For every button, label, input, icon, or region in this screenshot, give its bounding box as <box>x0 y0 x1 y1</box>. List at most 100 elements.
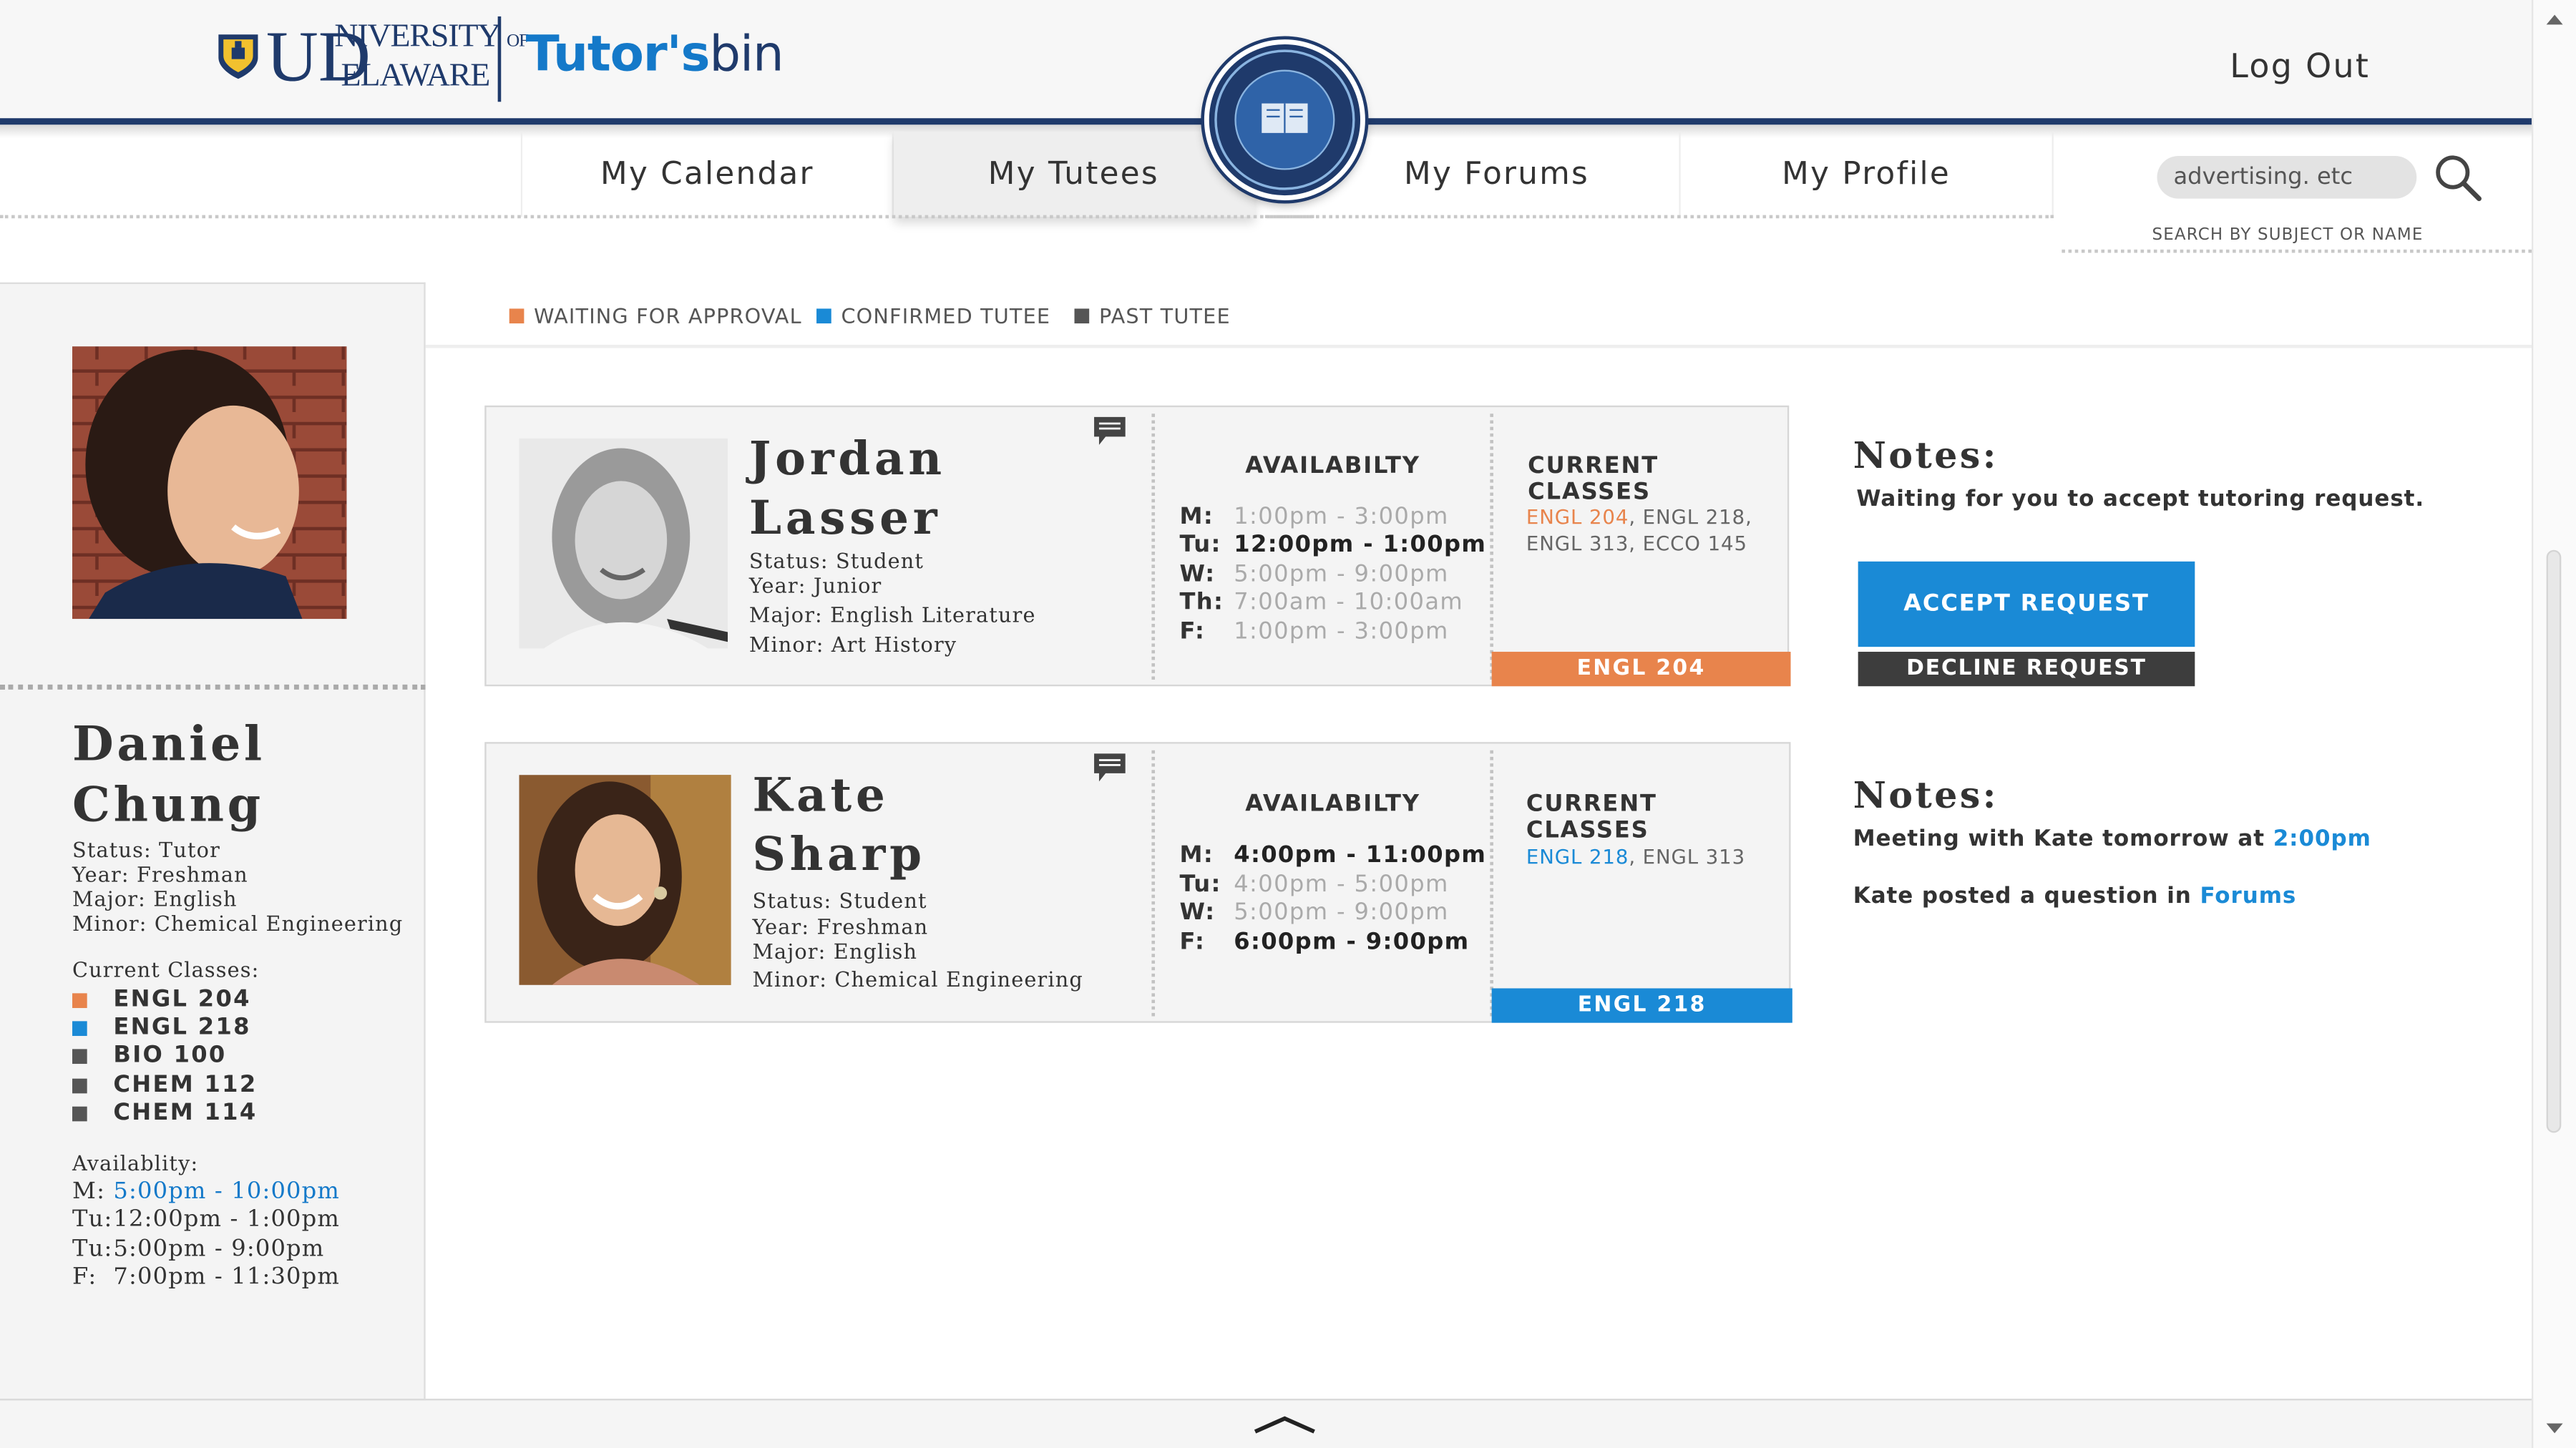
tutee-last-name: Sharp <box>752 827 926 882</box>
search-dotted-divider <box>2062 249 2532 253</box>
availability-row: W: 5:00pm - 9:00pm <box>1179 900 1448 926</box>
availability-day: F: <box>72 1263 97 1291</box>
note-prefix: Meeting with Kate tomorrow at <box>1853 826 2273 853</box>
tutee-photo[interactable] <box>519 775 731 985</box>
page: UD NIVERSITY OF ELAWARE Tutor'sbin Log O… <box>0 0 2576 1448</box>
message-icon[interactable] <box>1093 416 1127 447</box>
availability-day: Tu: <box>1179 532 1221 559</box>
highlighted-class: ENGL 204 <box>1526 505 1629 529</box>
scrollbar[interactable] <box>2531 0 2576 1448</box>
search-hint: SEARCH BY SUBJECT OR NAME <box>2152 226 2424 245</box>
tab-my-tutees[interactable]: My Tutees <box>893 131 1256 217</box>
availability-row: Tu: 12:00pm - 1:00pm <box>1179 532 1486 559</box>
availability-row: Tu: 4:00pm - 5:00pm <box>1179 872 1448 899</box>
availability-time: 4:00pm - 5:00pm <box>1234 871 1449 899</box>
message-icon[interactable] <box>1093 752 1127 783</box>
profile-class-item[interactable]: ENGL 218 <box>72 1014 251 1041</box>
availability-day: M: <box>1179 504 1214 531</box>
class-code: ENGL 204 <box>113 987 251 1013</box>
legend-label: CONFIRMED TUTEE <box>841 303 1051 328</box>
forums-link[interactable]: Forums <box>2200 884 2296 910</box>
scroll-down-arrow-icon[interactable] <box>2545 1415 2565 1434</box>
chevron-up-icon[interactable] <box>1249 1410 1321 1437</box>
legend-label: PAST TUTEE <box>1098 303 1231 328</box>
footer-bar <box>0 1399 2532 1448</box>
tutee-first-name: Jordan <box>748 431 946 486</box>
nav-dotted-divider <box>1264 215 2054 219</box>
profile-class-item[interactable]: CHEM 114 <box>72 1100 258 1127</box>
scrollbar-thumb[interactable] <box>2546 549 2562 1133</box>
university-logo[interactable]: UD NIVERSITY OF ELAWARE <box>217 16 529 94</box>
availability-day: W: <box>1179 899 1216 926</box>
profile-availability-row: Tu: 12:00pm - 1:00pm <box>72 1207 340 1233</box>
availability-time: 5:00pm - 9:00pm <box>1234 561 1449 588</box>
profile-photo[interactable] <box>72 346 347 620</box>
profile-last-name: Chung <box>72 776 264 833</box>
class-code: CHEM 114 <box>113 1100 258 1127</box>
tutee-card[interactable]: Kate Sharp Status: Student Year: Freshma… <box>484 742 1792 1023</box>
university-line2: ELAWARE <box>341 57 491 94</box>
note-time-link[interactable]: 2:00pm <box>2273 826 2371 852</box>
tutee-year: Year: Freshman <box>752 914 929 939</box>
note-text: Kate posted a question in Forums <box>1853 884 2297 910</box>
card-dotted-divider <box>1151 750 1156 1017</box>
accept-request-button[interactable]: ACCEPT REQUEST <box>1858 561 2195 647</box>
profile-availability-row: Tu: 5:00pm - 9:00pm <box>72 1236 324 1263</box>
profile-status: Status: Tutor <box>72 837 220 862</box>
availability-day: Tu: <box>1179 871 1221 899</box>
university-wordmark: NIVERSITY OF ELAWARE <box>305 16 529 94</box>
availability-day: Th: <box>1179 589 1224 616</box>
classes-heading: CURRENT CLASSES <box>1526 791 1657 844</box>
tutee-classes: ENGL 204, ENGL 218, ENGL 313, ECCO 145 <box>1526 504 1772 557</box>
scroll-up-arrow-icon[interactable] <box>2545 6 2565 25</box>
availability-row: M: 1:00pm - 3:00pm <box>1179 504 1448 531</box>
tab-my-profile[interactable]: My Profile <box>1681 131 2054 217</box>
notes-heading: Notes: <box>1853 435 1999 478</box>
highlighted-class: ENGL 218 <box>1526 845 1629 869</box>
tutee-card[interactable]: Jordan Lasser Status: Student Year: Juni… <box>484 405 1791 687</box>
sidebar-dotted-divider <box>0 684 426 690</box>
search-input[interactable] <box>2157 156 2417 199</box>
search-icon[interactable] <box>2431 151 2484 203</box>
tutee-status: Status: Student <box>748 548 924 573</box>
tutee-minor: Minor: Art History <box>748 632 957 657</box>
class-color-swatch <box>72 1077 87 1093</box>
tutee-last-name: Lasser <box>748 491 942 545</box>
availability-time: 6:00pm - 9:00pm <box>1234 929 1470 956</box>
availability-time: 7:00pm - 11:30pm <box>113 1263 341 1291</box>
tutorsbin-suffix: bin <box>709 26 784 84</box>
tab-my-forums[interactable]: My Forums <box>1314 131 1681 217</box>
profile-class-item[interactable]: CHEM 112 <box>72 1072 258 1099</box>
availability-time: 5:00pm - 10:00pm <box>113 1178 341 1205</box>
availability-day: F: <box>1179 929 1206 956</box>
logout-button[interactable]: Log Out <box>2185 46 2415 85</box>
university-seal-icon <box>1204 39 1365 200</box>
class-code: BIO 100 <box>113 1042 227 1069</box>
decline-request-button[interactable]: DECLINE REQUEST <box>1858 652 2195 687</box>
class-code: CHEM 112 <box>113 1072 258 1099</box>
class-code: ENGL 218 <box>113 1014 251 1041</box>
class-color-swatch <box>72 1020 87 1035</box>
availability-row: M: 4:00pm - 11:00pm <box>1179 842 1486 869</box>
note-text: Meeting with Kate tomorrow at 2:00pm <box>1853 826 2371 852</box>
class-color-swatch <box>72 1105 87 1121</box>
availability-time: 5:00pm - 9:00pm <box>113 1236 325 1263</box>
availability-time: 5:00pm - 9:00pm <box>1234 899 1449 926</box>
note-text: Waiting for you to accept tutoring reque… <box>1856 486 2425 512</box>
availability-time: 12:00pm - 1:00pm <box>113 1206 341 1233</box>
tab-my-calendar[interactable]: My Calendar <box>520 131 894 217</box>
status-badge: ENGL 204 <box>1491 652 1791 687</box>
legend-label: WAITING FOR APPROVAL <box>534 303 802 328</box>
class-color-swatch <box>72 1048 87 1063</box>
profile-name: Daniel Chung <box>72 714 265 836</box>
tutee-photo[interactable] <box>519 438 728 649</box>
profile-class-item[interactable]: BIO 100 <box>72 1042 227 1069</box>
university-line1: NIVERSITY <box>334 18 499 54</box>
profile-minor: Minor: Chemical Engineering <box>72 911 404 936</box>
tutee-major: Major: English <box>752 939 918 964</box>
tutorsbin-logo[interactable]: Tutor'sbin <box>526 26 784 84</box>
availability-heading: AVAILABILTY <box>1245 453 1420 480</box>
status-legend: WAITING FOR APPROVAL CONFIRMED TUTEE PAS… <box>425 284 2532 348</box>
tutee-first-name: Kate <box>752 768 889 823</box>
profile-class-item[interactable]: ENGL 204 <box>72 987 251 1013</box>
